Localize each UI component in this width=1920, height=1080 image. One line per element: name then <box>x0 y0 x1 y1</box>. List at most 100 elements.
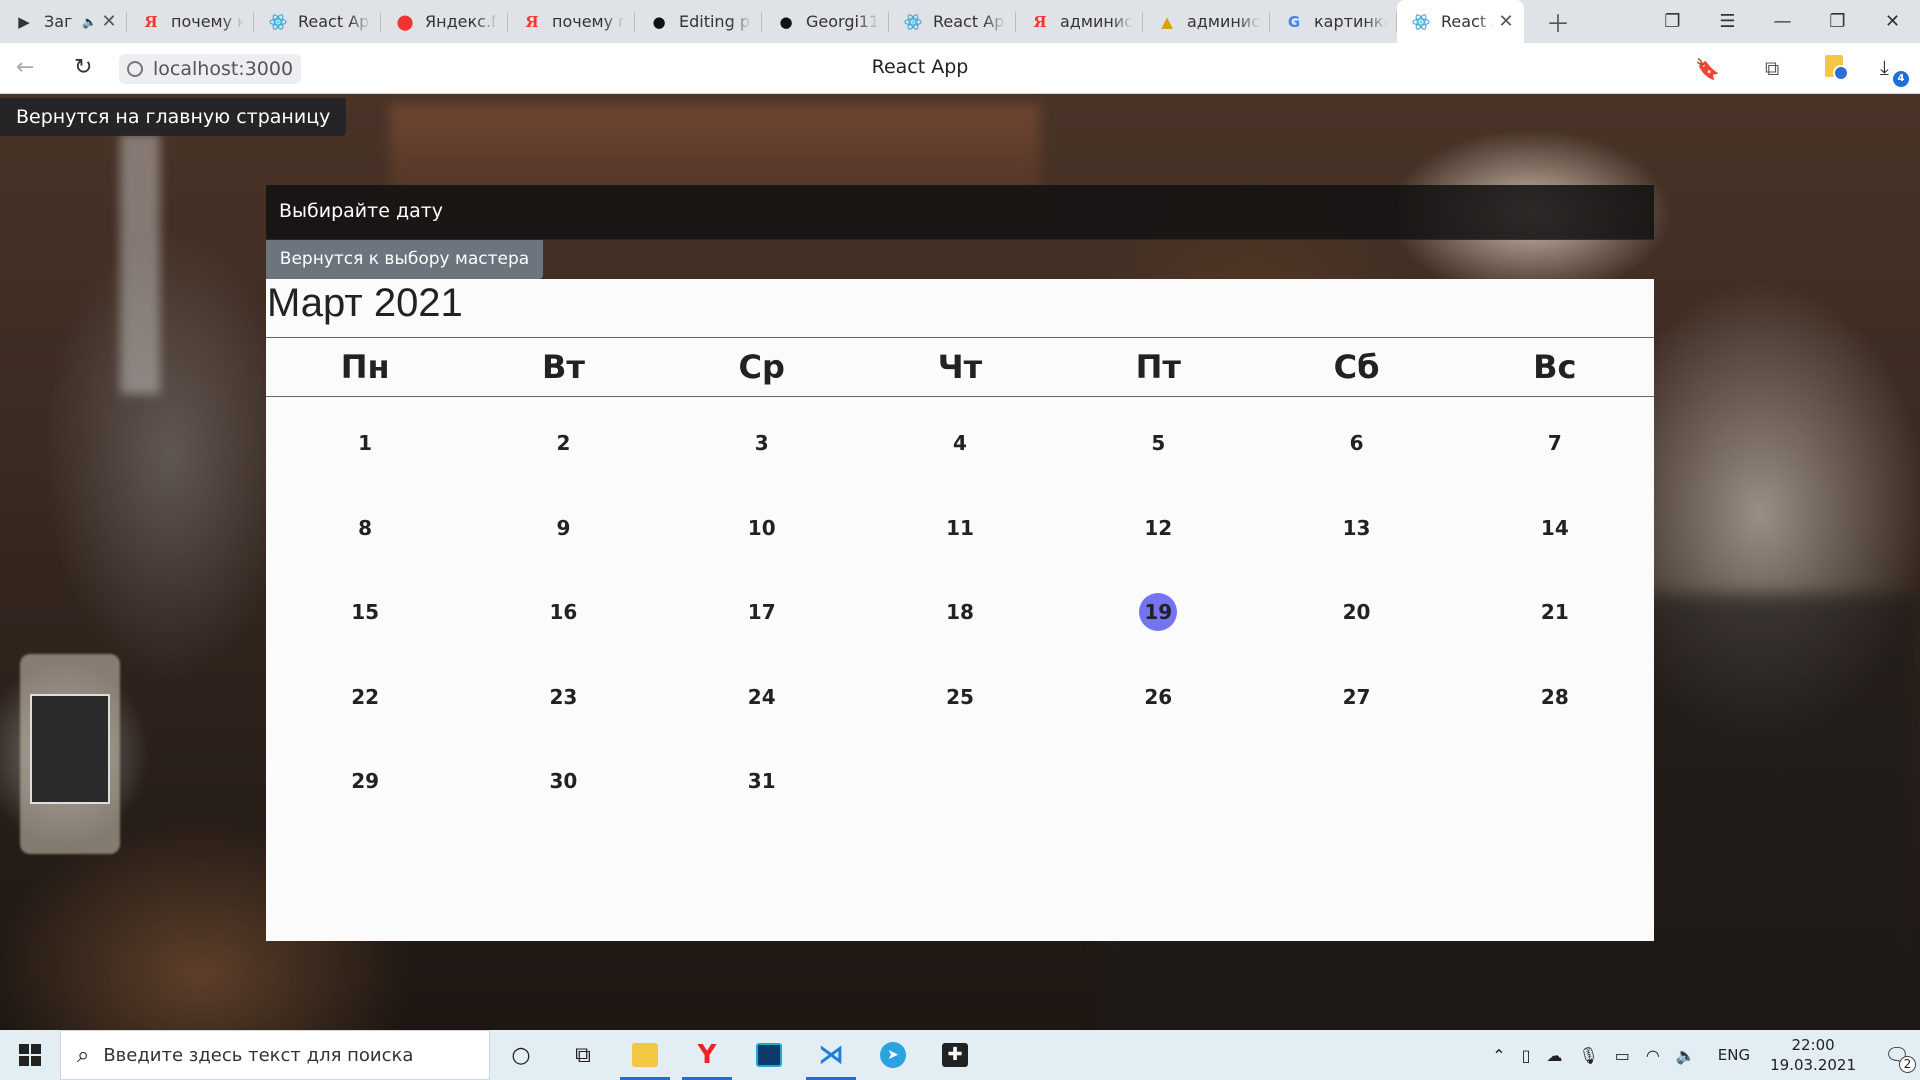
app-icon[interactable]: ✚ <box>924 1030 986 1080</box>
tabs-overview-icon[interactable]: ❐ <box>1645 11 1700 32</box>
calendar-day[interactable]: 29 <box>266 762 464 847</box>
language-indicator[interactable]: ENG <box>1718 1046 1750 1064</box>
calendar-day[interactable]: 3 <box>663 424 861 509</box>
day-number: 17 <box>747 600 776 624</box>
browser-tab[interactable]: ▶ Заг 🔈 ✕ <box>0 0 127 43</box>
cortana-icon[interactable]: ○ <box>490 1030 552 1080</box>
day-number: 25 <box>946 684 974 709</box>
calendar-day[interactable]: 8 <box>266 509 464 594</box>
day-number: 23 <box>549 684 578 709</box>
calendar-day[interactable]: 23 <box>464 678 662 763</box>
volume-icon[interactable]: 🔈 <box>1676 1046 1696 1065</box>
speaker-icon[interactable]: 🔈 <box>82 15 97 29</box>
calendar-day[interactable]: 5 <box>1059 424 1257 509</box>
browser-tab[interactable]: Я почему к <box>127 0 254 43</box>
download-icon[interactable]: ⤓ <box>1880 55 1889 79</box>
browser-tab[interactable]: ⬤ Яндекс.П <box>381 0 508 43</box>
browser-tab[interactable]: Я почему г <box>508 0 635 43</box>
calendar-day[interactable]: 12 <box>1059 509 1257 594</box>
calendar-day[interactable]: 20 <box>1257 593 1455 678</box>
tab-label: Georgi11 <box>806 12 879 31</box>
collections-icon[interactable]: ⧉ <box>1765 56 1779 80</box>
browser-tab[interactable]: React App <box>889 0 1016 43</box>
day-number: 27 <box>1342 684 1371 709</box>
calendar-day[interactable]: 17 <box>663 593 861 678</box>
calendar-day[interactable]: 25 <box>861 678 1059 763</box>
calendar-day[interactable]: 22 <box>266 678 464 763</box>
days-grid: 1 2 3 4 5 6 7 8 9 10 11 12 13 14 15 16 1… <box>266 424 1654 847</box>
battery-icon[interactable]: ▭ <box>1615 1046 1630 1065</box>
calendar-day[interactable]: 18 <box>861 593 1059 678</box>
page-title: React App <box>871 56 969 78</box>
calendar-day[interactable]: 15 <box>266 593 464 678</box>
notifications-button[interactable]: 🗨 2 <box>1874 1043 1920 1073</box>
day-number: 5 <box>1151 431 1166 455</box>
extension-icon[interactable] <box>1825 55 1849 81</box>
calendar-day[interactable]: 4 <box>861 424 1059 509</box>
microphone-icon[interactable]: 🎙 <box>1578 1046 1598 1065</box>
webstorm-icon[interactable] <box>738 1030 800 1080</box>
browser-tab[interactable]: React App <box>254 0 381 43</box>
calendar-day[interactable]: 28 <box>1456 678 1654 763</box>
chevron-up-icon[interactable]: ⌃ <box>1492 1046 1505 1065</box>
close-window-icon[interactable]: ✕ <box>1865 11 1920 32</box>
calendar-day[interactable]: 26 <box>1059 678 1257 763</box>
calendar-day-selected[interactable]: 19 <box>1059 593 1257 678</box>
close-icon[interactable]: ✕ <box>101 11 117 32</box>
calendar-day[interactable]: 16 <box>464 593 662 678</box>
calendar-day[interactable]: 13 <box>1257 509 1455 594</box>
calendar-day[interactable]: 31 <box>663 762 861 847</box>
task-view-icon[interactable]: ⧉ <box>552 1030 614 1080</box>
yandex-browser-icon[interactable]: Y <box>676 1030 738 1080</box>
minimize-icon[interactable]: — <box>1755 11 1810 32</box>
page-viewport: Вернутся на главную страницу Выбирайте д… <box>0 94 1920 1030</box>
browser-tab[interactable]: G картинки <box>1270 0 1397 43</box>
windows-start-button[interactable] <box>0 1030 60 1080</box>
telegram-icon[interactable]: ➤ <box>862 1030 924 1080</box>
background-photo <box>30 694 110 804</box>
bookmark-icon[interactable]: 🔖 <box>1695 57 1720 81</box>
close-icon[interactable]: ✕ <box>1498 11 1514 32</box>
calendar-day[interactable]: 7 <box>1456 424 1654 509</box>
restore-icon[interactable]: ❐ <box>1810 11 1865 32</box>
device-icon[interactable]: ▯ <box>1522 1046 1531 1065</box>
new-tab-button[interactable]: ＋ <box>1542 6 1574 38</box>
calendar-day[interactable]: 2 <box>464 424 662 509</box>
tab-label: React App <box>933 12 1006 31</box>
calendar-day[interactable]: 27 <box>1257 678 1455 763</box>
day-number: 13 <box>1342 515 1371 540</box>
calendar-day[interactable]: 21 <box>1456 593 1654 678</box>
background-photo <box>120 134 160 394</box>
calendar-day[interactable]: 1 <box>266 424 464 509</box>
yandex-icon: Я <box>1033 12 1047 31</box>
home-page-button[interactable]: Вернутся на главную страницу <box>0 98 347 136</box>
weekday-header-row: Пн Вт Ср Чт Пт Сб Вс <box>266 337 1654 397</box>
calendar-day[interactable]: 6 <box>1257 424 1455 509</box>
day-number: 22 <box>351 684 380 709</box>
browser-tab-active[interactable]: React A ✕ <box>1397 0 1524 43</box>
browser-tab[interactable]: ▲ админист <box>1143 0 1270 43</box>
taskbar-search[interactable]: ⌕ Введите здесь текст для поиска <box>60 1030 490 1080</box>
browser-tab[interactable]: Я админист <box>1016 0 1143 43</box>
day-number: 12 <box>1144 515 1173 540</box>
weekday-label: Вт <box>541 348 585 386</box>
back-to-master-button[interactable]: Вернутся к выбору мастера <box>266 240 543 279</box>
wifi-icon[interactable]: ◠ <box>1646 1046 1660 1065</box>
calendar-day[interactable]: 24 <box>663 678 861 763</box>
github-icon: ● <box>652 12 666 31</box>
browser-tab[interactable]: ● Editing p <box>635 0 762 43</box>
calendar-day[interactable]: 9 <box>464 509 662 594</box>
tab-label: почему г <box>552 12 625 31</box>
browser-tab[interactable]: ● Georgi11 <box>762 0 889 43</box>
date-picker-header: Выбирайте дату <box>266 185 1654 240</box>
day-number: 21 <box>1540 600 1569 624</box>
file-explorer-icon[interactable] <box>614 1030 676 1080</box>
calendar-day[interactable]: 14 <box>1456 509 1654 594</box>
calendar-day[interactable]: 11 <box>861 509 1059 594</box>
menu-icon[interactable]: ☰ <box>1700 11 1755 32</box>
cloud-icon[interactable]: ☁ <box>1546 1046 1562 1065</box>
clock[interactable]: 22:00 19.03.2021 <box>1770 1035 1856 1075</box>
calendar-day[interactable]: 10 <box>663 509 861 594</box>
calendar-day[interactable]: 30 <box>464 762 662 847</box>
vscode-icon[interactable]: ⋊ <box>800 1030 862 1080</box>
